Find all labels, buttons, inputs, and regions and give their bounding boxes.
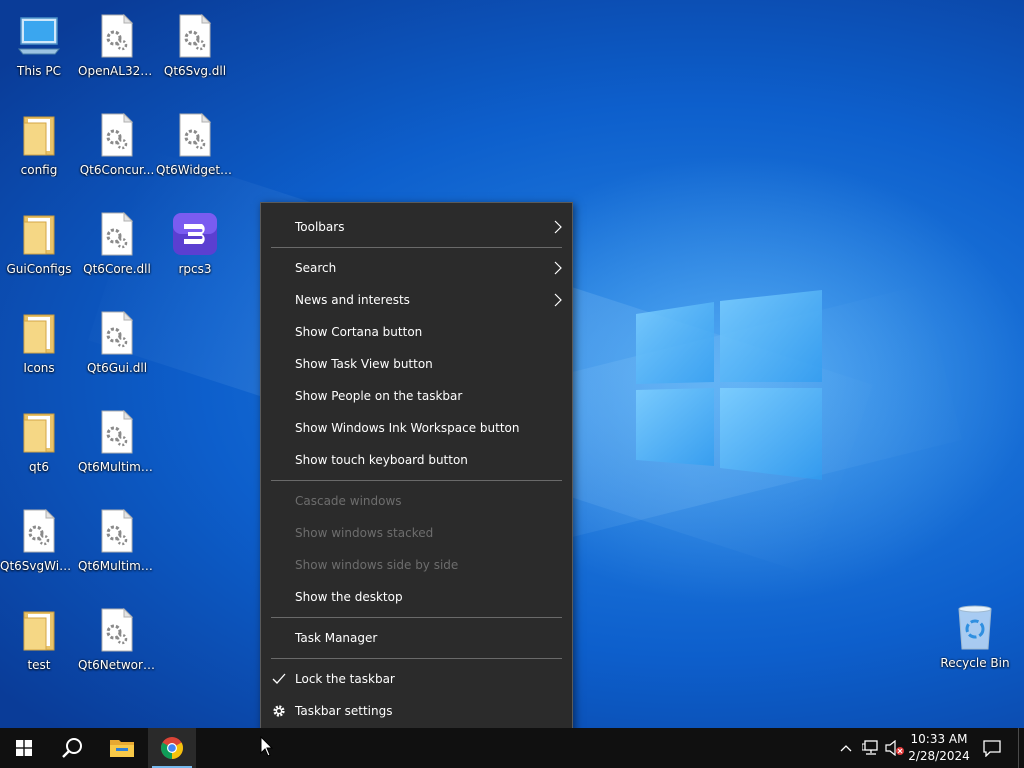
desktop-icon-qt6widgets[interactable]: Qt6Widgets... [156, 105, 234, 197]
dll-file-icon [15, 507, 63, 555]
show-desktop-button[interactable] [1018, 728, 1024, 768]
desktop-icon-this-pc[interactable]: This PC [0, 6, 78, 98]
desktop-icon-config[interactable]: config [0, 105, 78, 197]
volume-button[interactable] [884, 728, 906, 768]
dll-file-icon [93, 12, 141, 60]
menu-item-show-task-view-button[interactable]: Show Task View button [261, 348, 572, 380]
folder-icon [15, 309, 63, 357]
menu-item-label: Task Manager [295, 631, 378, 645]
mouse-cursor-icon [260, 736, 274, 757]
desktop-icon-openal32[interactable]: OpenAL32.dll [78, 6, 156, 98]
recycle-bin-icon [951, 604, 999, 652]
search-button[interactable] [48, 728, 96, 768]
menu-item-news-and-interests[interactable]: News and interests [261, 284, 572, 316]
windows-logo-wallpaper [636, 290, 822, 480]
menu-item-label: Show windows side by side [295, 558, 459, 572]
dll-file-icon [93, 408, 141, 456]
search-icon [62, 738, 82, 758]
desktop-icon-icons[interactable]: Icons [0, 303, 78, 395]
menu-item-lock-the-taskbar[interactable]: Lock the taskbar [261, 663, 572, 695]
menu-item-toolbars[interactable]: Toolbars [261, 211, 572, 243]
file-explorer-icon [110, 740, 134, 757]
menu-item-show-the-desktop[interactable]: Show the desktop [261, 581, 572, 613]
desktop-icon-qt6multimedia-1[interactable]: Qt6Multime... [78, 402, 156, 494]
menu-item-label: Lock the taskbar [295, 672, 395, 686]
desktop-icon-qt6[interactable]: qt6 [0, 402, 78, 494]
notification-icon [983, 740, 1001, 757]
menu-item-cascade-windows: Cascade windows [261, 485, 572, 517]
menu-item-label: Show touch keyboard button [295, 453, 468, 467]
menu-item-taskbar-settings[interactable]: Taskbar settings [261, 695, 572, 727]
desktop-icon-guiconfigs[interactable]: GuiConfigs [0, 204, 78, 296]
folder-icon [15, 111, 63, 159]
menu-separator [271, 480, 562, 481]
dll-file-icon [93, 309, 141, 357]
menu-item-search[interactable]: Search [261, 252, 572, 284]
desktop-icon-qt6concurrent[interactable]: Qt6Concur... [78, 105, 156, 197]
network-icon [862, 740, 878, 755]
menu-separator [271, 247, 562, 248]
menu-separator [271, 658, 562, 659]
taskbar[interactable]: 10:33 AM 2/28/2024 [0, 728, 1024, 768]
volume-muted-icon [885, 740, 904, 756]
desktop-icon-qt6core[interactable]: Qt6Core.dll [78, 204, 156, 296]
menu-item-label: Show Windows Ink Workspace button [295, 421, 520, 435]
rpcs3-app-icon [171, 210, 219, 258]
menu-item-label: Search [295, 261, 337, 275]
menu-item-label: Show the desktop [295, 590, 403, 604]
network-button[interactable] [860, 728, 882, 768]
checkmark-icon [272, 673, 286, 684]
menu-item-show-cortana-button[interactable]: Show Cortana button [261, 316, 572, 348]
menu-item-show-windows-ink[interactable]: Show Windows Ink Workspace button [261, 412, 572, 444]
dll-file-icon [171, 12, 219, 60]
dll-file-icon [93, 111, 141, 159]
menu-item-label: Cascade windows [295, 494, 402, 508]
windows-start-icon [16, 740, 32, 756]
menu-item-task-manager[interactable]: Task Manager [261, 622, 572, 654]
taskbar-context-menu: Toolbars Search News and interests Show … [260, 202, 573, 736]
menu-item-label: Show windows stacked [295, 526, 434, 540]
desktop-icon-rpcs3[interactable]: rpcs3 [156, 204, 234, 296]
dll-file-icon [93, 606, 141, 654]
menu-item-label: News and interests [295, 293, 410, 307]
chevron-right-icon [554, 261, 562, 275]
dll-file-icon [93, 210, 141, 258]
menu-separator [271, 617, 562, 618]
gear-icon [273, 705, 285, 717]
dll-file-icon [93, 507, 141, 555]
taskbar-file-explorer[interactable] [98, 728, 146, 768]
chevron-right-icon [554, 293, 562, 307]
desktop-icon-qt6multimedia-2[interactable]: Qt6Multime... [78, 501, 156, 593]
desktop-icon-qt6network[interactable]: Qt6Network... [78, 600, 156, 692]
taskbar-chrome[interactable] [148, 728, 196, 768]
desktop-icon-qt6svgwidgets[interactable]: Qt6SvgWid... [0, 501, 78, 593]
action-center-button[interactable] [978, 728, 1006, 768]
menu-item-show-windows-side-by-side: Show windows side by side [261, 549, 572, 581]
menu-item-label: Show Task View button [295, 357, 433, 371]
menu-item-show-windows-stacked: Show windows stacked [261, 517, 572, 549]
menu-item-label: Show Cortana button [295, 325, 423, 339]
folder-icon [15, 210, 63, 258]
desktop-icon-test[interactable]: test [0, 600, 78, 692]
desktop-icon-qt6svg[interactable]: Qt6Svg.dll [156, 6, 234, 98]
clock-time: 10:33 AM [910, 732, 968, 746]
chrome-icon [161, 737, 183, 759]
menu-item-label: Show People on the taskbar [295, 389, 463, 403]
menu-item-show-people[interactable]: Show People on the taskbar [261, 380, 572, 412]
show-hidden-icons-button[interactable] [836, 728, 856, 768]
dll-file-icon [171, 111, 219, 159]
desktop-icon-qt6gui[interactable]: Qt6Gui.dll [78, 303, 156, 395]
clock-date: 2/28/2024 [908, 749, 970, 763]
menu-item-show-touch-keyboard[interactable]: Show touch keyboard button [261, 444, 572, 476]
desktop-icon-recycle-bin[interactable]: Recycle Bin [936, 598, 1014, 690]
menu-item-label: Taskbar settings [295, 704, 393, 718]
chevron-right-icon [554, 220, 562, 234]
computer-icon [15, 12, 63, 60]
folder-icon [15, 408, 63, 456]
menu-item-label: Toolbars [295, 220, 345, 234]
folder-icon [15, 606, 63, 654]
taskbar-clock[interactable]: 10:33 AM 2/28/2024 [904, 731, 974, 765]
start-button[interactable] [0, 728, 48, 768]
chevron-up-icon [840, 745, 852, 752]
